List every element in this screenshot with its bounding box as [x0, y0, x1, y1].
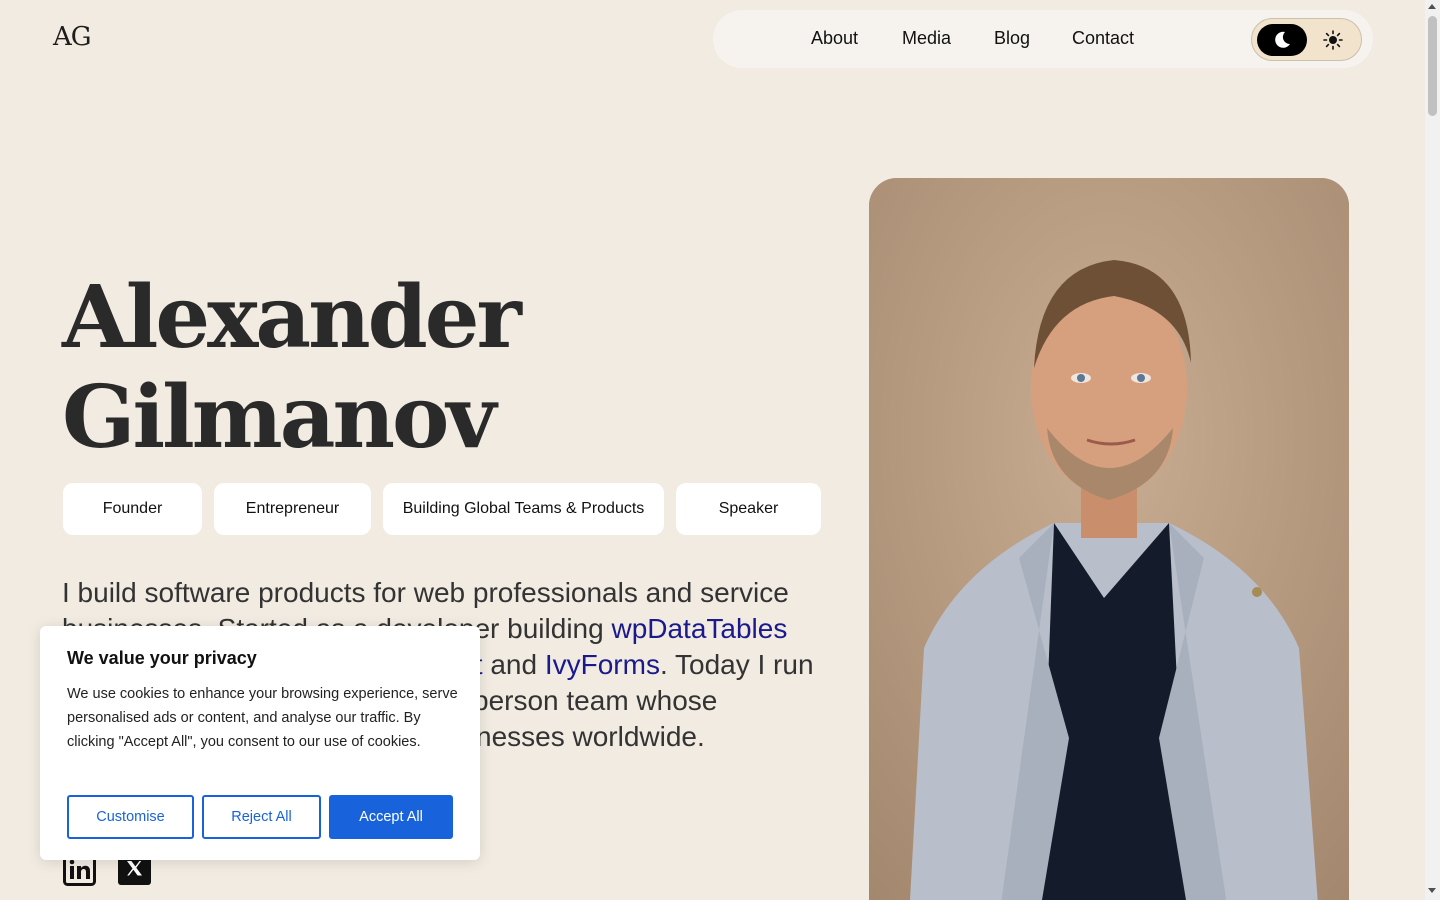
wpdatatables-link[interactable]: wpDataTables — [611, 613, 787, 644]
accept-all-button[interactable]: Accept All — [329, 795, 453, 839]
hero-last-name: Gilmanov — [62, 367, 496, 468]
cookie-title: We value your privacy — [67, 648, 257, 668]
customise-button[interactable]: Customise — [67, 795, 194, 839]
intro-text: person team whose — [473, 685, 718, 716]
nav-link-contact[interactable]: Contact — [1072, 28, 1134, 49]
page-scrollbar[interactable] — [1425, 0, 1440, 900]
main-nav: About Media Blog Contact — [713, 10, 1373, 68]
tag-building-teams: Building Global Teams & Products — [383, 483, 664, 535]
intro-text: nesses worldwide. — [476, 721, 705, 752]
tag-founder: Founder — [63, 483, 202, 535]
hero-first-name: Alexander — [62, 267, 522, 368]
nav-link-blog[interactable]: Blog — [994, 28, 1030, 49]
sun-icon — [1323, 30, 1343, 50]
tag-speaker: Speaker — [676, 483, 821, 535]
cookie-consent-banner: We value your privacy We use cookies to … — [40, 626, 480, 860]
moon-icon — [1275, 31, 1290, 48]
reject-all-button[interactable]: Reject All — [202, 795, 321, 839]
scroll-up-arrow[interactable] — [1428, 4, 1436, 9]
cookie-description: We use cookies to enhance your browsing … — [67, 686, 458, 750]
scrollbar-thumb[interactable] — [1428, 16, 1437, 116]
intro-text: . Today I run — [659, 649, 814, 680]
dark-mode-button[interactable] — [1257, 24, 1307, 56]
tag-entrepreneur: Entrepreneur — [214, 483, 371, 535]
intro-line-1: I build software products for web profes… — [62, 577, 789, 608]
nav-link-media[interactable]: Media — [902, 28, 951, 49]
profile-photo — [869, 178, 1349, 900]
site-logo[interactable]: AG — [53, 22, 92, 52]
nav-link-about[interactable]: About — [811, 28, 858, 49]
ivyforms-link[interactable]: IvyForms — [545, 649, 660, 680]
light-mode-button[interactable] — [1317, 24, 1349, 56]
hero-title: Alexander Gilmanov — [62, 267, 522, 468]
intro-text: and — [482, 649, 545, 680]
theme-toggle[interactable] — [1251, 18, 1362, 61]
scroll-down-arrow[interactable] — [1428, 888, 1436, 893]
